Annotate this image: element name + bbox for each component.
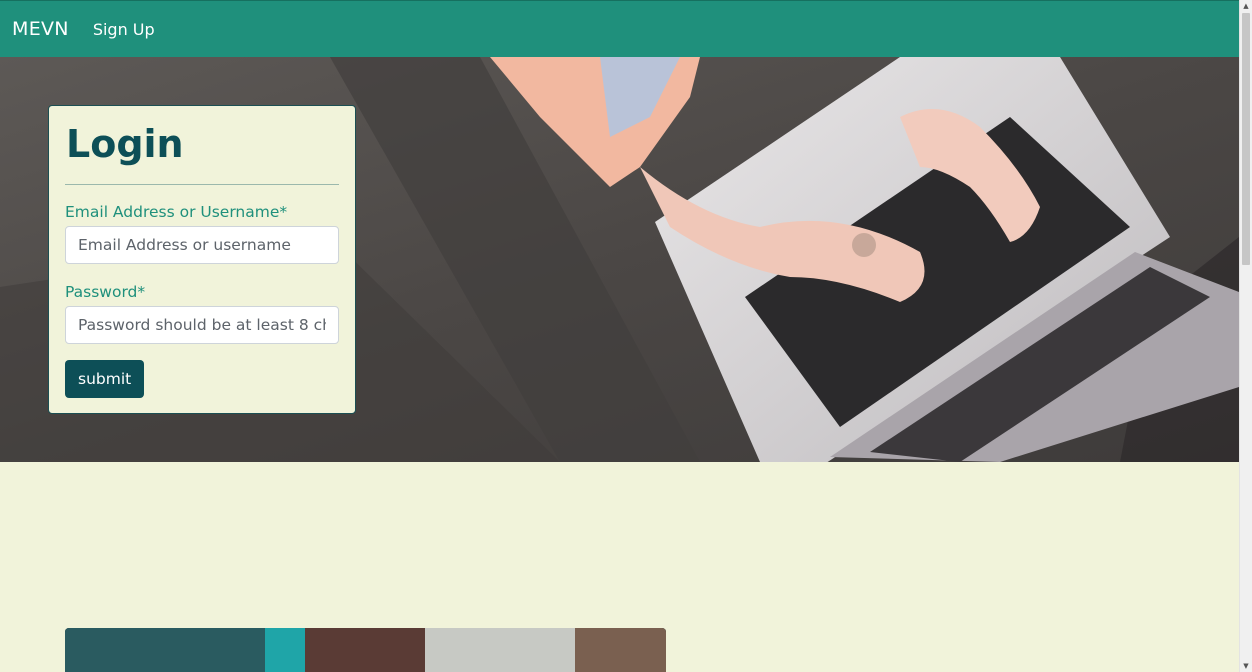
scroll-up-arrow-icon[interactable]: ▲ (1240, 0, 1252, 12)
email-label: Email Address or Username* (65, 202, 288, 221)
scroll-down-arrow-icon[interactable]: ▼ (1240, 660, 1252, 672)
hero-section: Login Email Address or Username* Passwor… (0, 57, 1239, 462)
feature-photo (65, 628, 666, 672)
divider (65, 183, 339, 185)
login-title: Login (66, 122, 184, 166)
login-card: Login Email Address or Username* Passwor… (48, 105, 356, 414)
submit-button[interactable]: submit (65, 359, 145, 398)
email-input[interactable] (65, 225, 339, 264)
nav-link-sign-up[interactable]: Sign Up (93, 20, 155, 39)
password-label: Password* (65, 282, 146, 301)
navbar: MEVN Sign Up (0, 0, 1239, 57)
scrollbar-thumb[interactable] (1242, 13, 1250, 265)
brand-link[interactable]: MEVN (12, 18, 69, 40)
password-input[interactable] (65, 305, 339, 344)
feature-image (65, 628, 666, 672)
vertical-scrollbar[interactable]: ▲ ▼ (1239, 0, 1252, 672)
